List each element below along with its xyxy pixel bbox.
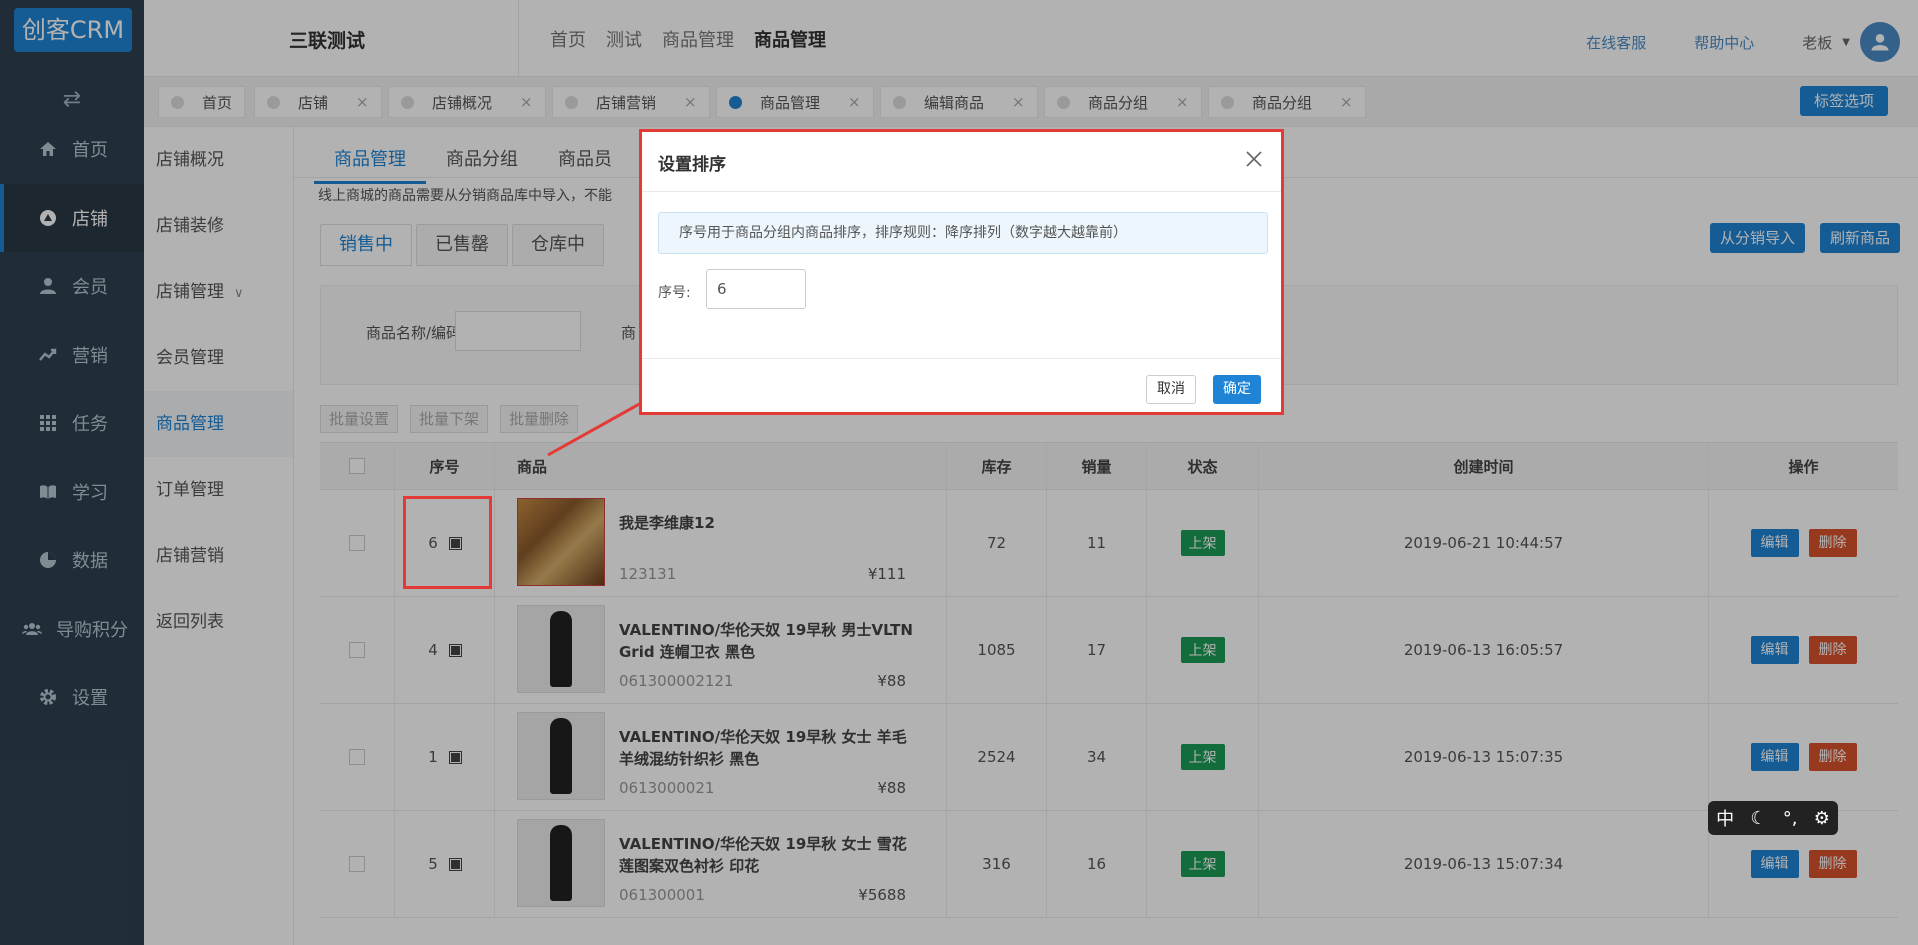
cancel-button[interactable]: 取消	[1146, 375, 1196, 404]
close-icon[interactable]	[1243, 148, 1265, 170]
gear-icon[interactable]: ⚙	[1814, 808, 1830, 829]
sort-dialog: 设置排序 序号用于商品分组内商品排序，排序规则：降序排列（数字越大越靠前） 序号…	[639, 129, 1284, 415]
seq-input[interactable]	[706, 269, 806, 309]
dialog-title: 设置排序	[658, 155, 726, 175]
ime-lang-toggle[interactable]: 中	[1716, 805, 1734, 831]
confirm-button[interactable]: 确定	[1213, 375, 1261, 404]
moon-icon[interactable]: ☾	[1750, 808, 1766, 829]
dialog-header: 设置排序	[642, 132, 1281, 192]
seq-label: 序号:	[658, 285, 691, 301]
highlight-annotation	[403, 496, 492, 589]
divider	[642, 358, 1281, 359]
punctuation-icon[interactable]: °,	[1783, 808, 1798, 829]
ime-toolbar: 中 ☾ °, ⚙	[1708, 801, 1838, 835]
sort-rule-tip: 序号用于商品分组内商品排序，排序规则：降序排列（数字越大越靠前）	[658, 212, 1268, 254]
